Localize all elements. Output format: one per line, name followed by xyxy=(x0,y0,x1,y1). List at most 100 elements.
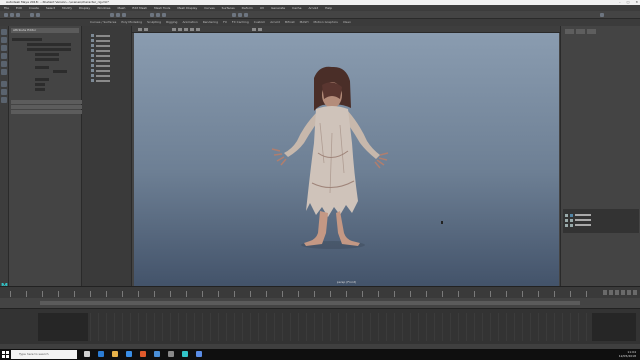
go-to-start-icon[interactable] xyxy=(603,290,607,295)
step-forward-icon[interactable] xyxy=(627,290,631,295)
menu-edit[interactable]: Edit xyxy=(16,6,22,10)
menu-help[interactable]: Help xyxy=(325,6,332,10)
menu-mesh-display[interactable]: Mesh Display xyxy=(177,6,197,10)
shelf-tab[interactable]: Sculpting xyxy=(147,19,161,26)
file-explorer-icon[interactable] xyxy=(112,351,118,357)
attribute-field[interactable] xyxy=(35,53,59,56)
store-icon[interactable] xyxy=(126,351,132,357)
smooth-shade-icon[interactable] xyxy=(184,28,188,31)
redo-icon[interactable] xyxy=(36,13,40,17)
menu-curves[interactable]: Curves xyxy=(204,6,214,10)
attribute-field[interactable] xyxy=(27,48,71,51)
shelf-tab[interactable]: Bifrost xyxy=(285,19,295,26)
select-by-hierarchy-icon[interactable] xyxy=(110,13,114,17)
attribute-field[interactable] xyxy=(53,70,67,73)
play-back-icon[interactable] xyxy=(615,290,619,295)
attribute-section[interactable] xyxy=(11,110,83,114)
shelf-tab[interactable]: XGen xyxy=(343,19,351,26)
shelf-tab[interactable]: FX xyxy=(223,19,227,26)
select-tool-icon[interactable] xyxy=(1,29,7,35)
move-tool-icon[interactable] xyxy=(1,53,7,59)
shelf-tab[interactable]: Rigging xyxy=(166,19,177,26)
viewport[interactable]: persp (Front) xyxy=(134,33,559,286)
taskbar-search[interactable]: Type here to search xyxy=(11,350,77,359)
single-view-icon[interactable] xyxy=(1,81,7,87)
go-to-end-icon[interactable] xyxy=(633,290,637,295)
shelf-tab[interactable]: Rendering xyxy=(203,19,218,26)
time-editor-grid[interactable] xyxy=(90,313,590,341)
menu-cache[interactable]: Cache xyxy=(292,6,301,10)
menu-edit-mesh[interactable]: Edit Mesh xyxy=(132,6,147,10)
bookmark-icon[interactable] xyxy=(144,28,148,31)
outliner-item[interactable] xyxy=(91,54,110,57)
menu-generate[interactable]: Generate xyxy=(271,6,285,10)
outliner-item[interactable] xyxy=(91,44,110,47)
layer-editor-button[interactable] xyxy=(576,29,585,34)
new-scene-icon[interactable] xyxy=(4,13,8,17)
menu-modify[interactable]: Modify xyxy=(62,6,72,10)
attribute-field[interactable] xyxy=(12,38,42,41)
rotate-tool-icon[interactable] xyxy=(1,61,7,67)
time-editor-side[interactable] xyxy=(592,313,636,341)
attribute-field[interactable] xyxy=(35,66,49,69)
isolate-select-icon[interactable] xyxy=(252,28,256,31)
select-by-component-icon[interactable] xyxy=(122,13,126,17)
mail-icon[interactable] xyxy=(154,351,160,357)
xray-icon[interactable] xyxy=(258,28,262,31)
attribute-field[interactable] xyxy=(35,88,45,91)
shelf-tab[interactable]: MASH xyxy=(300,19,309,26)
range-slider[interactable] xyxy=(0,298,640,308)
menu-mesh[interactable]: Mesh xyxy=(118,6,126,10)
shelf-tab[interactable]: Animation xyxy=(182,19,197,26)
snap-curve-icon[interactable] xyxy=(156,13,160,17)
outliner-item[interactable] xyxy=(91,49,110,52)
scale-tool-icon[interactable] xyxy=(1,69,7,75)
menu-arnold[interactable]: Arnold xyxy=(308,6,318,10)
textured-icon[interactable] xyxy=(190,28,194,31)
outliner-item[interactable] xyxy=(91,69,110,72)
wireframe-icon[interactable] xyxy=(178,28,182,31)
outliner-item[interactable] xyxy=(91,64,110,67)
layer-row[interactable] xyxy=(565,213,591,217)
layer-row[interactable] xyxy=(565,218,591,222)
workspace-icon[interactable] xyxy=(600,13,604,17)
grid-icon[interactable] xyxy=(172,28,176,31)
shelf-tab[interactable]: FX Caching xyxy=(232,19,249,26)
menu-select[interactable]: Select xyxy=(46,6,55,10)
menu-display[interactable]: Display xyxy=(79,6,90,10)
time-slider[interactable] xyxy=(0,286,640,298)
step-back-icon[interactable] xyxy=(609,290,613,295)
layer-row[interactable] xyxy=(565,223,591,227)
firefox-icon[interactable] xyxy=(140,351,146,357)
shelf-tab[interactable]: Poly Modeling xyxy=(121,19,142,26)
attribute-field[interactable] xyxy=(35,83,45,86)
menu-create[interactable]: Create xyxy=(29,6,39,10)
modeling-toolkit-button[interactable] xyxy=(587,29,596,34)
menu-uv[interactable]: UV xyxy=(260,6,264,10)
shelf-tab[interactable]: Custom xyxy=(254,19,266,26)
snap-grid-icon[interactable] xyxy=(150,13,154,17)
task-view-icon[interactable] xyxy=(84,351,90,357)
outliner-item[interactable] xyxy=(91,59,110,62)
open-scene-icon[interactable] xyxy=(10,13,14,17)
outliner-layout-icon[interactable] xyxy=(1,97,7,103)
attribute-field[interactable] xyxy=(35,58,59,61)
shelf-tab[interactable]: Arnold xyxy=(270,19,280,26)
outliner-item[interactable] xyxy=(91,74,110,77)
lasso-tool-icon[interactable] xyxy=(1,37,7,43)
outliner-item[interactable] xyxy=(91,34,110,37)
attribute-field[interactable] xyxy=(35,78,49,81)
lights-icon[interactable] xyxy=(196,28,200,31)
render-settings-icon[interactable] xyxy=(244,13,248,17)
outliner-item[interactable] xyxy=(91,79,110,82)
app-icon[interactable] xyxy=(168,351,174,357)
edge-icon[interactable] xyxy=(98,351,104,357)
undo-icon[interactable] xyxy=(30,13,34,17)
paint-select-icon[interactable] xyxy=(1,45,7,51)
windows-start-icon[interactable] xyxy=(2,351,9,358)
menu-mesh-tools[interactable]: Mesh Tools xyxy=(154,6,170,10)
shelf-tab[interactable]: Motion Graphics xyxy=(313,19,337,26)
outliner-item[interactable] xyxy=(91,39,110,42)
menu-deform[interactable]: Deform xyxy=(242,6,253,10)
snap-point-icon[interactable] xyxy=(162,13,166,17)
